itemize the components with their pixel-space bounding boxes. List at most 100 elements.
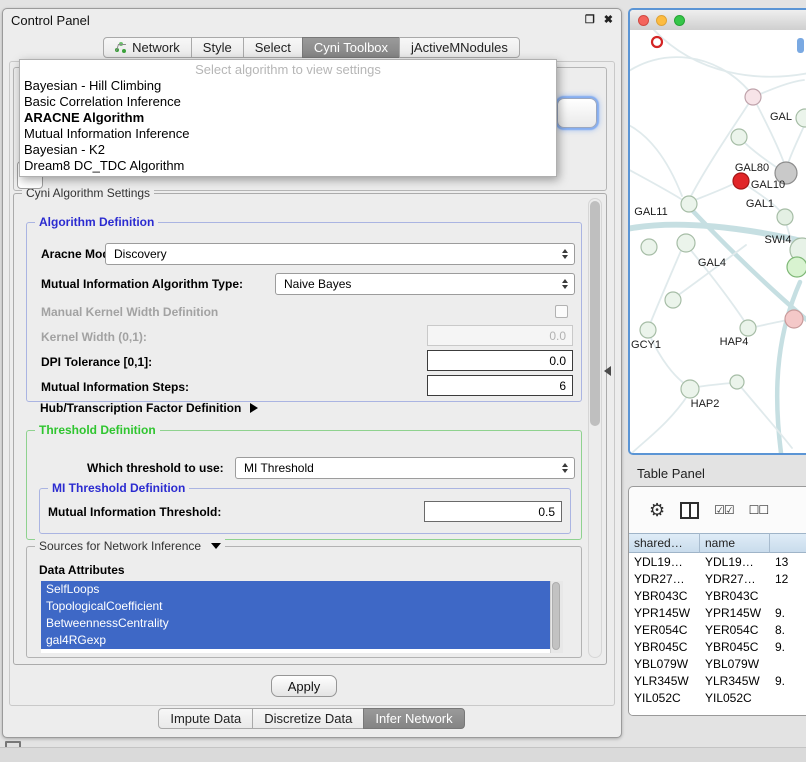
attributes-scrollbar-thumb[interactable] (552, 582, 560, 650)
tab-infer-network[interactable]: Infer Network (363, 708, 464, 729)
mi-steps-input[interactable]: 6 (427, 375, 573, 396)
columns-icon[interactable] (680, 502, 699, 519)
bottom-tab-bar: Impute DataDiscretize DataInfer Network (3, 708, 621, 729)
panel-collapse-arrow[interactable] (604, 366, 611, 376)
dropdown-item-bayesian-hill-climbing[interactable]: Bayesian - Hill Climbing (20, 78, 556, 94)
combo-arrows-icon (556, 249, 574, 259)
close-traffic-light[interactable] (638, 15, 649, 26)
network-node[interactable] (787, 257, 806, 277)
which-threshold-value: MI Threshold (236, 461, 556, 475)
dropdown-item-mutual-information-inference[interactable]: Mutual Information Inference (20, 126, 556, 142)
dropdown-item-basic-correlation-inference[interactable]: Basic Correlation Inference (20, 94, 556, 110)
attribute-item-topologicalcoefficient[interactable]: TopologicalCoefficient (41, 598, 550, 615)
settings-scrollbar-thumb[interactable] (590, 201, 600, 426)
tab-style[interactable]: Style (191, 37, 244, 58)
tab-network[interactable]: Network (103, 37, 192, 58)
network-node[interactable] (731, 129, 747, 145)
network-node-hap4[interactable] (740, 320, 756, 336)
table-row[interactable]: YBL079WYBL079W (629, 655, 806, 672)
network-edge[interactable] (630, 166, 681, 199)
table-row[interactable]: YLR345WYLR345W9. (629, 672, 806, 689)
mi-algorithm-type-select[interactable]: Naive Bayes (275, 273, 575, 295)
network-node[interactable] (641, 239, 657, 255)
network-edge[interactable] (741, 387, 792, 448)
settings-group-title: Cyni Algorithm Settings (22, 186, 154, 201)
network-node[interactable] (652, 37, 662, 47)
network-edge[interactable] (677, 245, 746, 296)
table-row[interactable]: YIL052CYIL052C (629, 689, 806, 706)
attribute-item-betweennesscentrality[interactable]: BetweennessCentrality (41, 615, 550, 632)
table-panel-window: ⚙ ☑☑ ☐☐ shared…name YDL19…YDL19…13YDR27…… (628, 486, 806, 716)
gear-icon[interactable]: ⚙ (649, 501, 665, 519)
network-node[interactable] (730, 375, 744, 389)
sources-expander[interactable]: Sources for Network Inference (35, 539, 225, 554)
dropdown-placeholder: Select algorithm to view settings (20, 62, 556, 78)
mi-threshold-input[interactable]: 0.5 (424, 501, 562, 522)
attribute-items: SelfLoopsTopologicalCoefficientBetweenne… (41, 581, 550, 653)
attribute-item-selfloops[interactable]: SelfLoops (41, 581, 550, 598)
clear-selection-icon[interactable]: ☐☐ (749, 503, 769, 517)
network-edge[interactable] (630, 57, 750, 92)
network-canvas[interactable]: GALGAL80GAL10GAL11GAL1SWI4GAL4GCY1HAP4HA… (630, 30, 806, 453)
dropdown-item-dream8-dc-tdc-algorithm[interactable]: Dream8 DC_TDC Algorithm (20, 158, 556, 174)
attributes-scrollbar[interactable] (550, 581, 563, 653)
which-threshold-select[interactable]: MI Threshold (235, 457, 575, 479)
network-node[interactable] (745, 89, 761, 105)
network-edge[interactable] (697, 383, 731, 387)
network-edge[interactable] (654, 30, 806, 77)
network-node-gal10[interactable] (733, 173, 749, 189)
table-row[interactable]: YPR145WYPR145W9. (629, 604, 806, 621)
network-node-gal11[interactable] (681, 196, 697, 212)
column-header-name[interactable]: name (700, 533, 770, 553)
kernel-width-input[interactable]: 0.0 (427, 325, 573, 346)
network-node[interactable] (665, 292, 681, 308)
float-window-icon[interactable]: ❐ (585, 13, 595, 27)
network-edge[interactable] (650, 246, 683, 324)
network-node-hap2[interactable] (681, 380, 699, 398)
table-row[interactable]: YER054CYER054C8. (629, 621, 806, 638)
tab-discretize-data[interactable]: Discretize Data (252, 708, 364, 729)
network-icon (115, 42, 127, 53)
network-graph[interactable]: GALGAL80GAL10GAL11GAL1SWI4GAL4GCY1HAP4HA… (630, 30, 806, 453)
dropdown-item-bayesian-k2[interactable]: Bayesian - K2 (20, 142, 556, 158)
hub-definition-expander[interactable]: Hub/Transcription Factor Definition (40, 400, 258, 416)
attribute-item-gal4rgexp[interactable]: gal4RGexp (41, 632, 550, 649)
dpi-tolerance-input[interactable]: 0.0 (427, 350, 573, 371)
bottom-strip (0, 747, 806, 762)
select-all-icon[interactable]: ☑☑ (714, 503, 734, 517)
network-scrollbar-thumb[interactable] (797, 38, 804, 53)
apply-button[interactable]: Apply (271, 675, 337, 697)
minimize-traffic-light[interactable] (656, 15, 667, 26)
manual-kernel-checkbox[interactable] (555, 305, 568, 318)
network-edge[interactable] (755, 320, 787, 327)
data-attributes-list[interactable]: SelfLoopsTopologicalCoefficientBetweenne… (41, 581, 563, 653)
tab-impute-data[interactable]: Impute Data (158, 708, 253, 729)
network-node-gal[interactable] (796, 109, 806, 127)
table-row[interactable]: YDR27…YDR27…12 (629, 570, 806, 587)
network-node-gal4[interactable] (677, 234, 695, 252)
close-window-icon[interactable]: ✖ (604, 13, 613, 27)
network-edge[interactable] (777, 282, 800, 453)
table-cell (770, 655, 806, 672)
aracne-mode-select[interactable]: Discovery (105, 243, 575, 265)
tab-select[interactable]: Select (243, 37, 303, 58)
network-node-gcy1[interactable] (640, 322, 656, 338)
network-edge[interactable] (753, 97, 785, 166)
network-node[interactable] (785, 310, 803, 328)
table-cell: YPR145W (700, 604, 770, 621)
tab-cyni-toolbox[interactable]: Cyni Toolbox (302, 37, 400, 58)
table-row[interactable]: YBR043CYBR043C (629, 587, 806, 604)
column-header-shared[interactable]: shared… (629, 533, 700, 553)
node-label-hap4: HAP4 (720, 336, 749, 348)
algorithm-settings-button[interactable] (557, 98, 597, 128)
zoom-traffic-light[interactable] (674, 15, 685, 26)
table-row[interactable]: YDL19…YDL19…13 (629, 553, 806, 570)
network-node-gal1[interactable] (777, 209, 793, 225)
table-row[interactable]: YBR045CYBR045C9. (629, 638, 806, 655)
tab-jactivemnodules[interactable]: jActiveMNodules (399, 37, 520, 58)
dropdown-item-aracne-algorithm[interactable]: ARACNE Algorithm (20, 110, 556, 126)
network-edge[interactable] (788, 126, 804, 164)
settings-scrollbar[interactable] (588, 198, 602, 658)
network-edge[interactable] (632, 395, 688, 453)
column-header-col2[interactable] (770, 533, 806, 553)
